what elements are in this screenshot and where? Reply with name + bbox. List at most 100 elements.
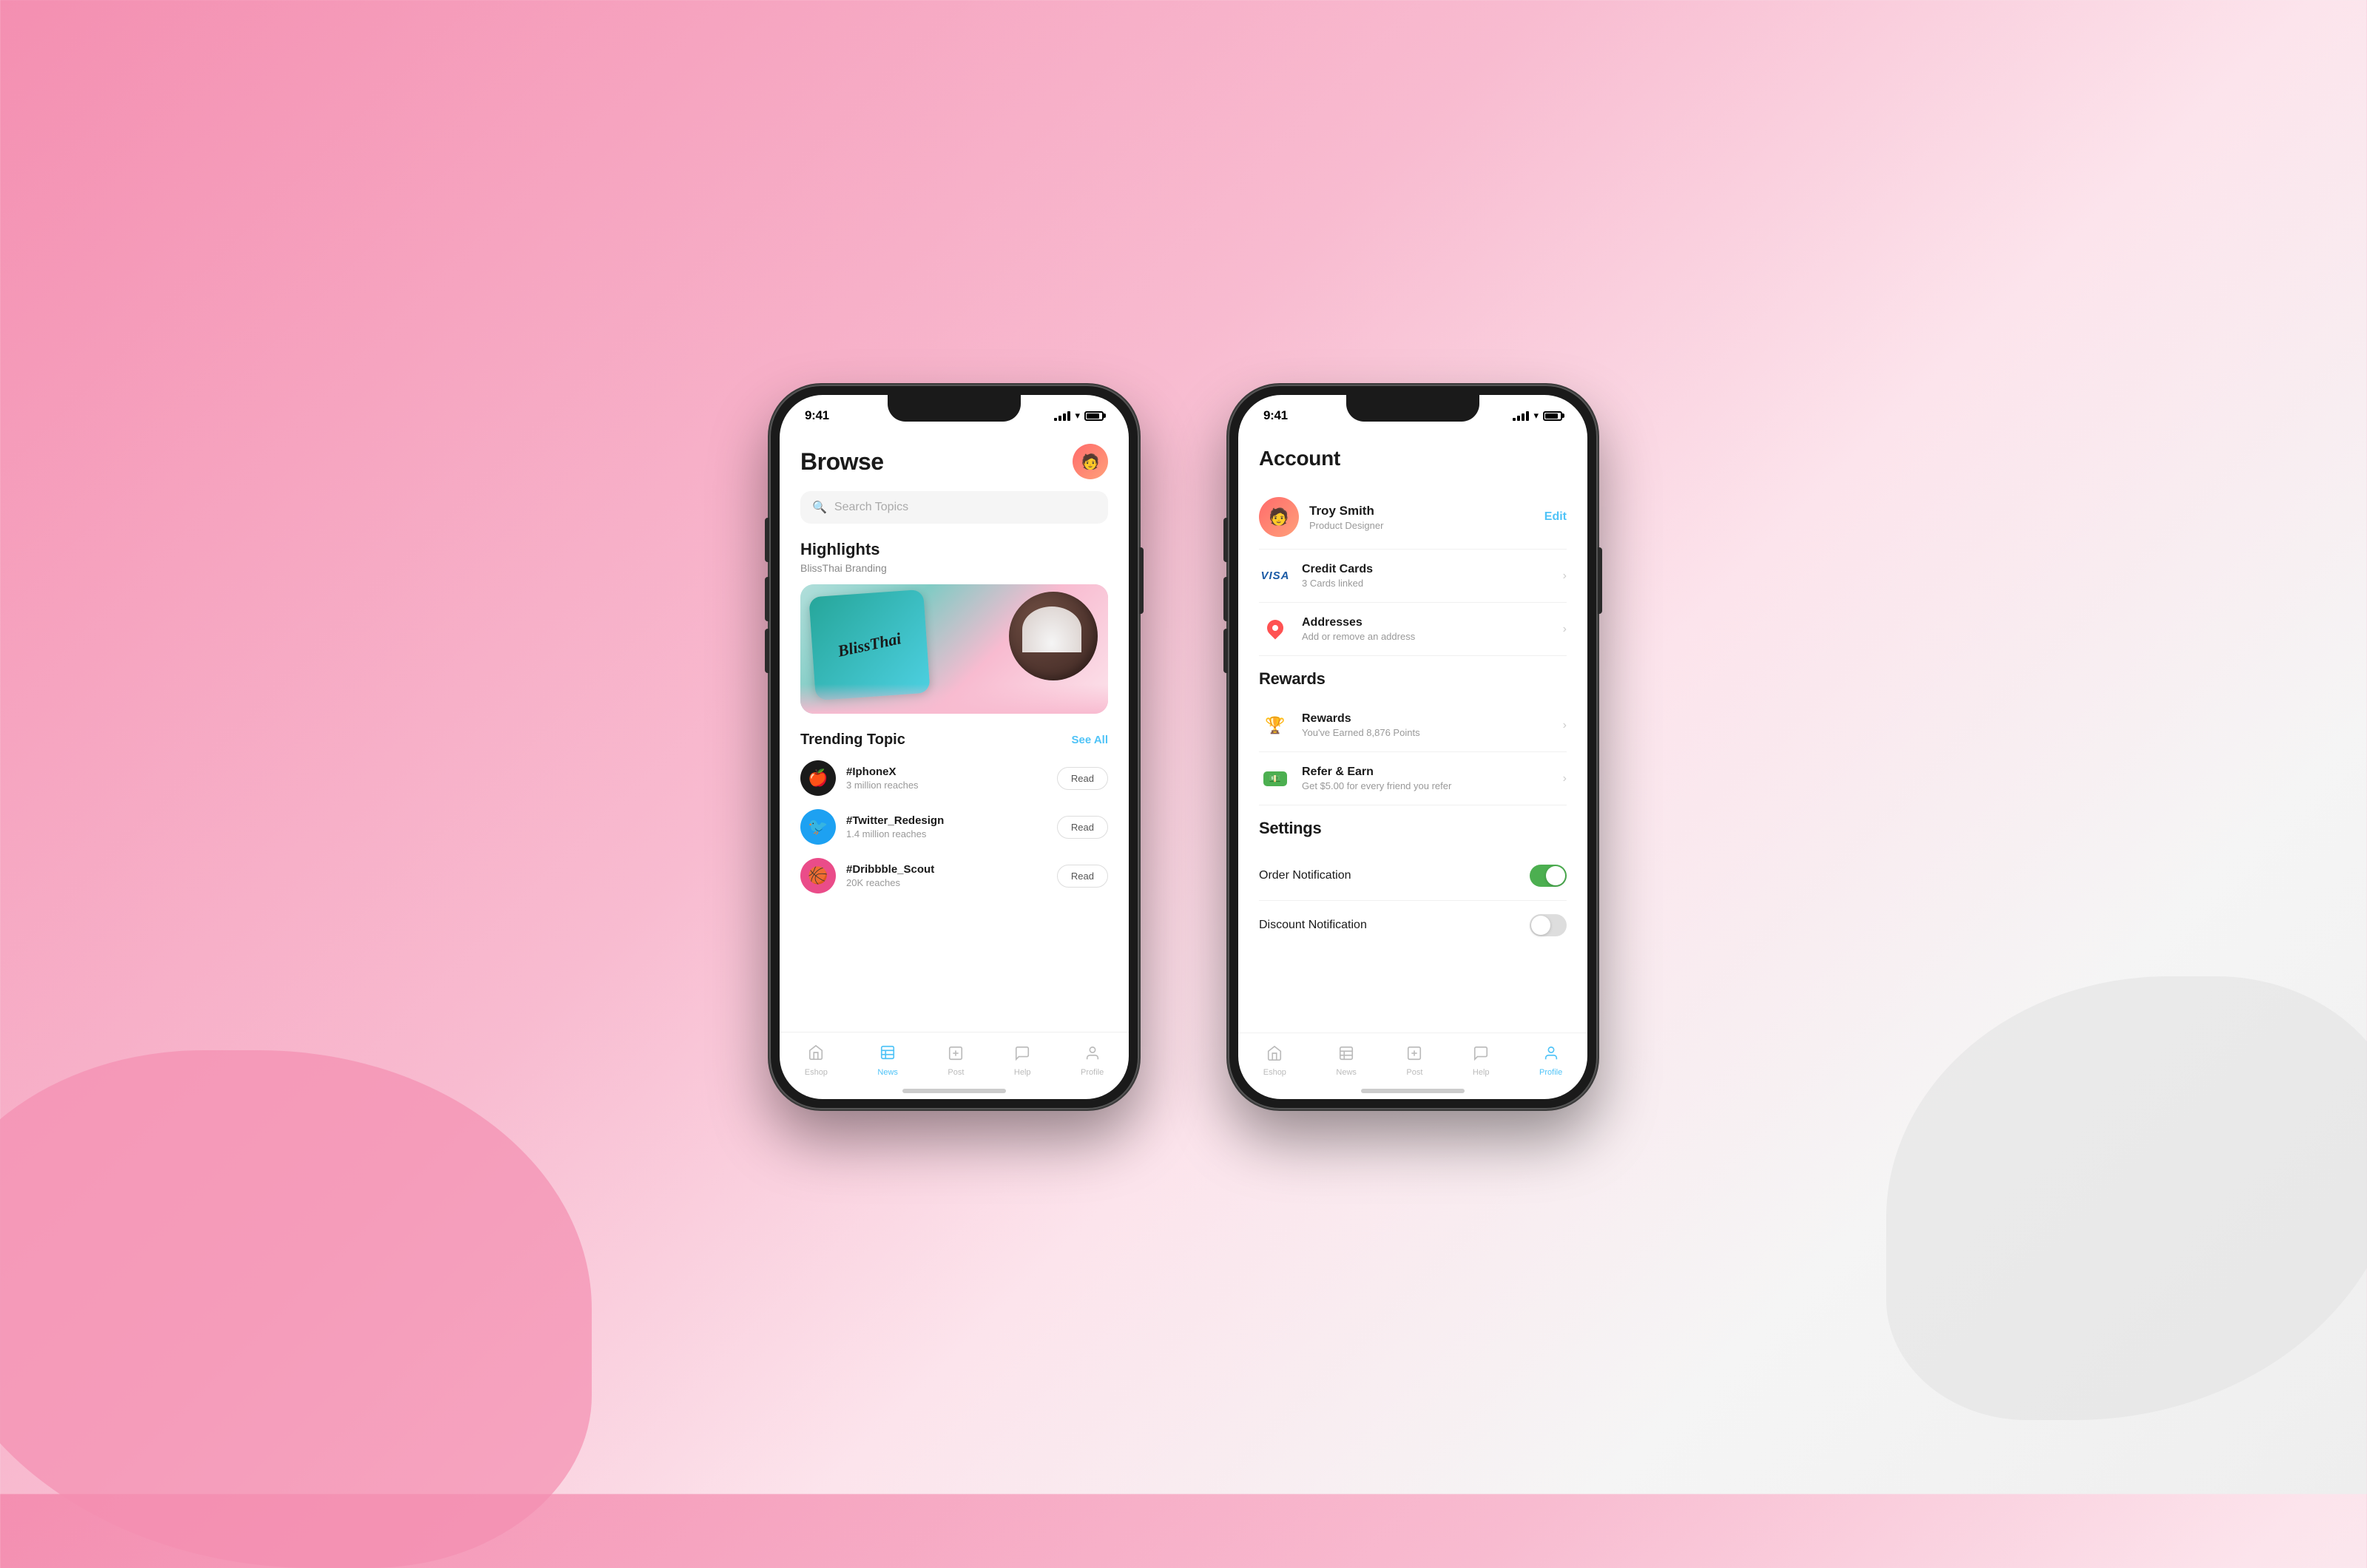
visa-icon: VISA	[1260, 570, 1289, 582]
rewards-info: Rewards You've Earned 8,876 Points	[1302, 712, 1553, 738]
post-icon	[948, 1045, 964, 1065]
visa-icon-container: VISA	[1259, 565, 1291, 587]
refer-icon-container: 💵	[1259, 768, 1291, 790]
trending-title: Trending Topic	[800, 731, 905, 748]
browse-avatar[interactable]: 🧑	[1073, 444, 1108, 479]
profile-icon-account	[1543, 1045, 1559, 1065]
trending-header: Trending Topic See All	[800, 731, 1108, 748]
topic-icon-apple: 🍎	[800, 760, 836, 796]
nav-news-account[interactable]: News	[1328, 1042, 1364, 1080]
order-notification-row: Order Notification	[1259, 851, 1567, 901]
nav-label-profile-account: Profile	[1539, 1068, 1562, 1077]
bottom-nav-browse: Eshop News Post	[780, 1032, 1129, 1086]
discount-notification-label: Discount Notification	[1259, 919, 1367, 932]
topic-info-iphonex: #IphoneX 3 million reaches	[846, 766, 1047, 791]
news-icon-account	[1338, 1045, 1354, 1065]
status-icons-account: ▾	[1513, 410, 1562, 422]
search-placeholder: Search Topics	[834, 501, 908, 514]
refer-icon: 💵	[1263, 771, 1287, 786]
topic-name-twitter: #Twitter_Redesign	[846, 814, 1047, 827]
account-screen: 9:41 ▾ Account	[1238, 395, 1587, 1099]
search-bar[interactable]: 🔍 Search Topics	[800, 491, 1108, 524]
see-all-button[interactable]: See All	[1072, 734, 1108, 746]
signal-icon-browse	[1054, 410, 1070, 421]
topic-name-iphonex: #IphoneX	[846, 766, 1047, 778]
discount-notification-toggle[interactable]	[1530, 914, 1567, 936]
phones-container: 9:41 ▾ Brows	[769, 385, 1598, 1109]
post-icon-account	[1406, 1045, 1422, 1065]
account-content: Account 🧑 Troy Smith Product Designer Ed…	[1238, 432, 1587, 1033]
topic-info-twitter: #Twitter_Redesign 1.4 million reaches	[846, 814, 1047, 839]
nav-post-browse[interactable]: Post	[940, 1042, 971, 1080]
order-notification-toggle[interactable]	[1530, 865, 1567, 887]
help-icon	[1014, 1045, 1030, 1065]
addresses-row[interactable]: Addresses Add or remove an address ›	[1259, 603, 1567, 656]
nav-label-help-account: Help	[1473, 1068, 1490, 1077]
refer-earn-row[interactable]: 💵 Refer & Earn Get $5.00 for every frien…	[1259, 752, 1567, 805]
read-button-iphonex[interactable]: Read	[1057, 767, 1108, 790]
trophy-icon-container: 🏆	[1259, 714, 1291, 737]
topic-item-dribbble: 🏀 #Dribbble_Scout 20K reaches Read	[800, 858, 1108, 893]
nav-eshop-account[interactable]: Eshop	[1256, 1042, 1294, 1080]
edit-button[interactable]: Edit	[1544, 510, 1567, 524]
settings-heading: Settings	[1259, 805, 1567, 848]
home-indicator-browse	[902, 1089, 1006, 1093]
order-toggle-knob	[1546, 866, 1565, 885]
news-icon	[879, 1044, 896, 1065]
phone-account: 9:41 ▾ Account	[1228, 385, 1598, 1109]
rewards-sub: You've Earned 8,876 Points	[1302, 727, 1553, 738]
location-icon-container	[1259, 618, 1291, 641]
battery-icon-account	[1543, 411, 1562, 421]
nav-label-eshop-account: Eshop	[1263, 1068, 1286, 1077]
nav-profile-account[interactable]: Profile	[1532, 1042, 1570, 1080]
profile-avatar-account: 🧑	[1259, 497, 1299, 537]
read-button-twitter[interactable]: Read	[1057, 816, 1108, 839]
refer-earn-sub: Get $5.00 for every friend you refer	[1302, 780, 1553, 791]
nav-label-help-browse: Help	[1014, 1068, 1031, 1077]
nav-label-post-browse: Post	[948, 1068, 964, 1077]
nav-profile-browse[interactable]: Profile	[1073, 1042, 1111, 1080]
wifi-icon-browse: ▾	[1075, 410, 1080, 422]
highlights-card[interactable]: BlissThai	[800, 584, 1108, 714]
settings-section: Order Notification Discount Notification	[1259, 848, 1567, 950]
profile-name: Troy Smith	[1309, 504, 1534, 518]
topic-icon-twitter: 🐦	[800, 809, 836, 845]
nav-post-account[interactable]: Post	[1399, 1042, 1430, 1080]
rewards-label: Rewards	[1302, 712, 1553, 726]
status-time-browse: 9:41	[805, 408, 829, 423]
credit-cards-info: Credit Cards 3 Cards linked	[1302, 563, 1553, 589]
credit-cards-row[interactable]: VISA Credit Cards 3 Cards linked ›	[1259, 550, 1567, 603]
read-button-dribbble[interactable]: Read	[1057, 865, 1108, 888]
signal-icon-account	[1513, 410, 1529, 421]
eshop-icon-account	[1266, 1045, 1283, 1065]
nav-news-browse[interactable]: News	[870, 1041, 905, 1080]
addresses-label: Addresses	[1302, 616, 1553, 629]
nav-help-browse[interactable]: Help	[1007, 1042, 1039, 1080]
nav-label-news-account: News	[1336, 1068, 1357, 1077]
nav-eshop-browse[interactable]: Eshop	[797, 1041, 835, 1080]
credit-cards-sub: 3 Cards linked	[1302, 578, 1553, 589]
home-indicator-account	[1361, 1089, 1465, 1093]
rewards-heading: Rewards	[1259, 656, 1567, 699]
nav-help-account[interactable]: Help	[1465, 1042, 1497, 1080]
highlights-sub: BlissThai Branding	[800, 562, 1108, 574]
discount-notification-row: Discount Notification	[1259, 901, 1567, 950]
order-notification-label: Order Notification	[1259, 869, 1351, 882]
addresses-info: Addresses Add or remove an address	[1302, 616, 1553, 642]
search-icon: 🔍	[812, 500, 827, 515]
topic-item-iphonex: 🍎 #IphoneX 3 million reaches Read	[800, 760, 1108, 796]
highlights-label: Highlights	[800, 540, 1108, 559]
phone-browse: 9:41 ▾ Brows	[769, 385, 1139, 1109]
topic-reach-dribbble: 20K reaches	[846, 877, 1047, 888]
nav-label-news-browse: News	[877, 1068, 898, 1077]
eshop-icon	[808, 1044, 824, 1065]
bg-blob-left	[0, 1050, 592, 1568]
notch-browse	[888, 395, 1021, 422]
blissthai-text: BlissThai	[836, 629, 902, 660]
browse-content: Browse 🧑 🔍 Search Topics Highlights Blis…	[780, 432, 1129, 1032]
topic-icon-dribbble: 🏀	[800, 858, 836, 893]
chevron-right-refer: ›	[1563, 772, 1567, 785]
profile-row: 🧑 Troy Smith Product Designer Edit	[1259, 485, 1567, 550]
rewards-row[interactable]: 🏆 Rewards You've Earned 8,876 Points ›	[1259, 699, 1567, 752]
topic-reach-twitter: 1.4 million reaches	[846, 828, 1047, 839]
